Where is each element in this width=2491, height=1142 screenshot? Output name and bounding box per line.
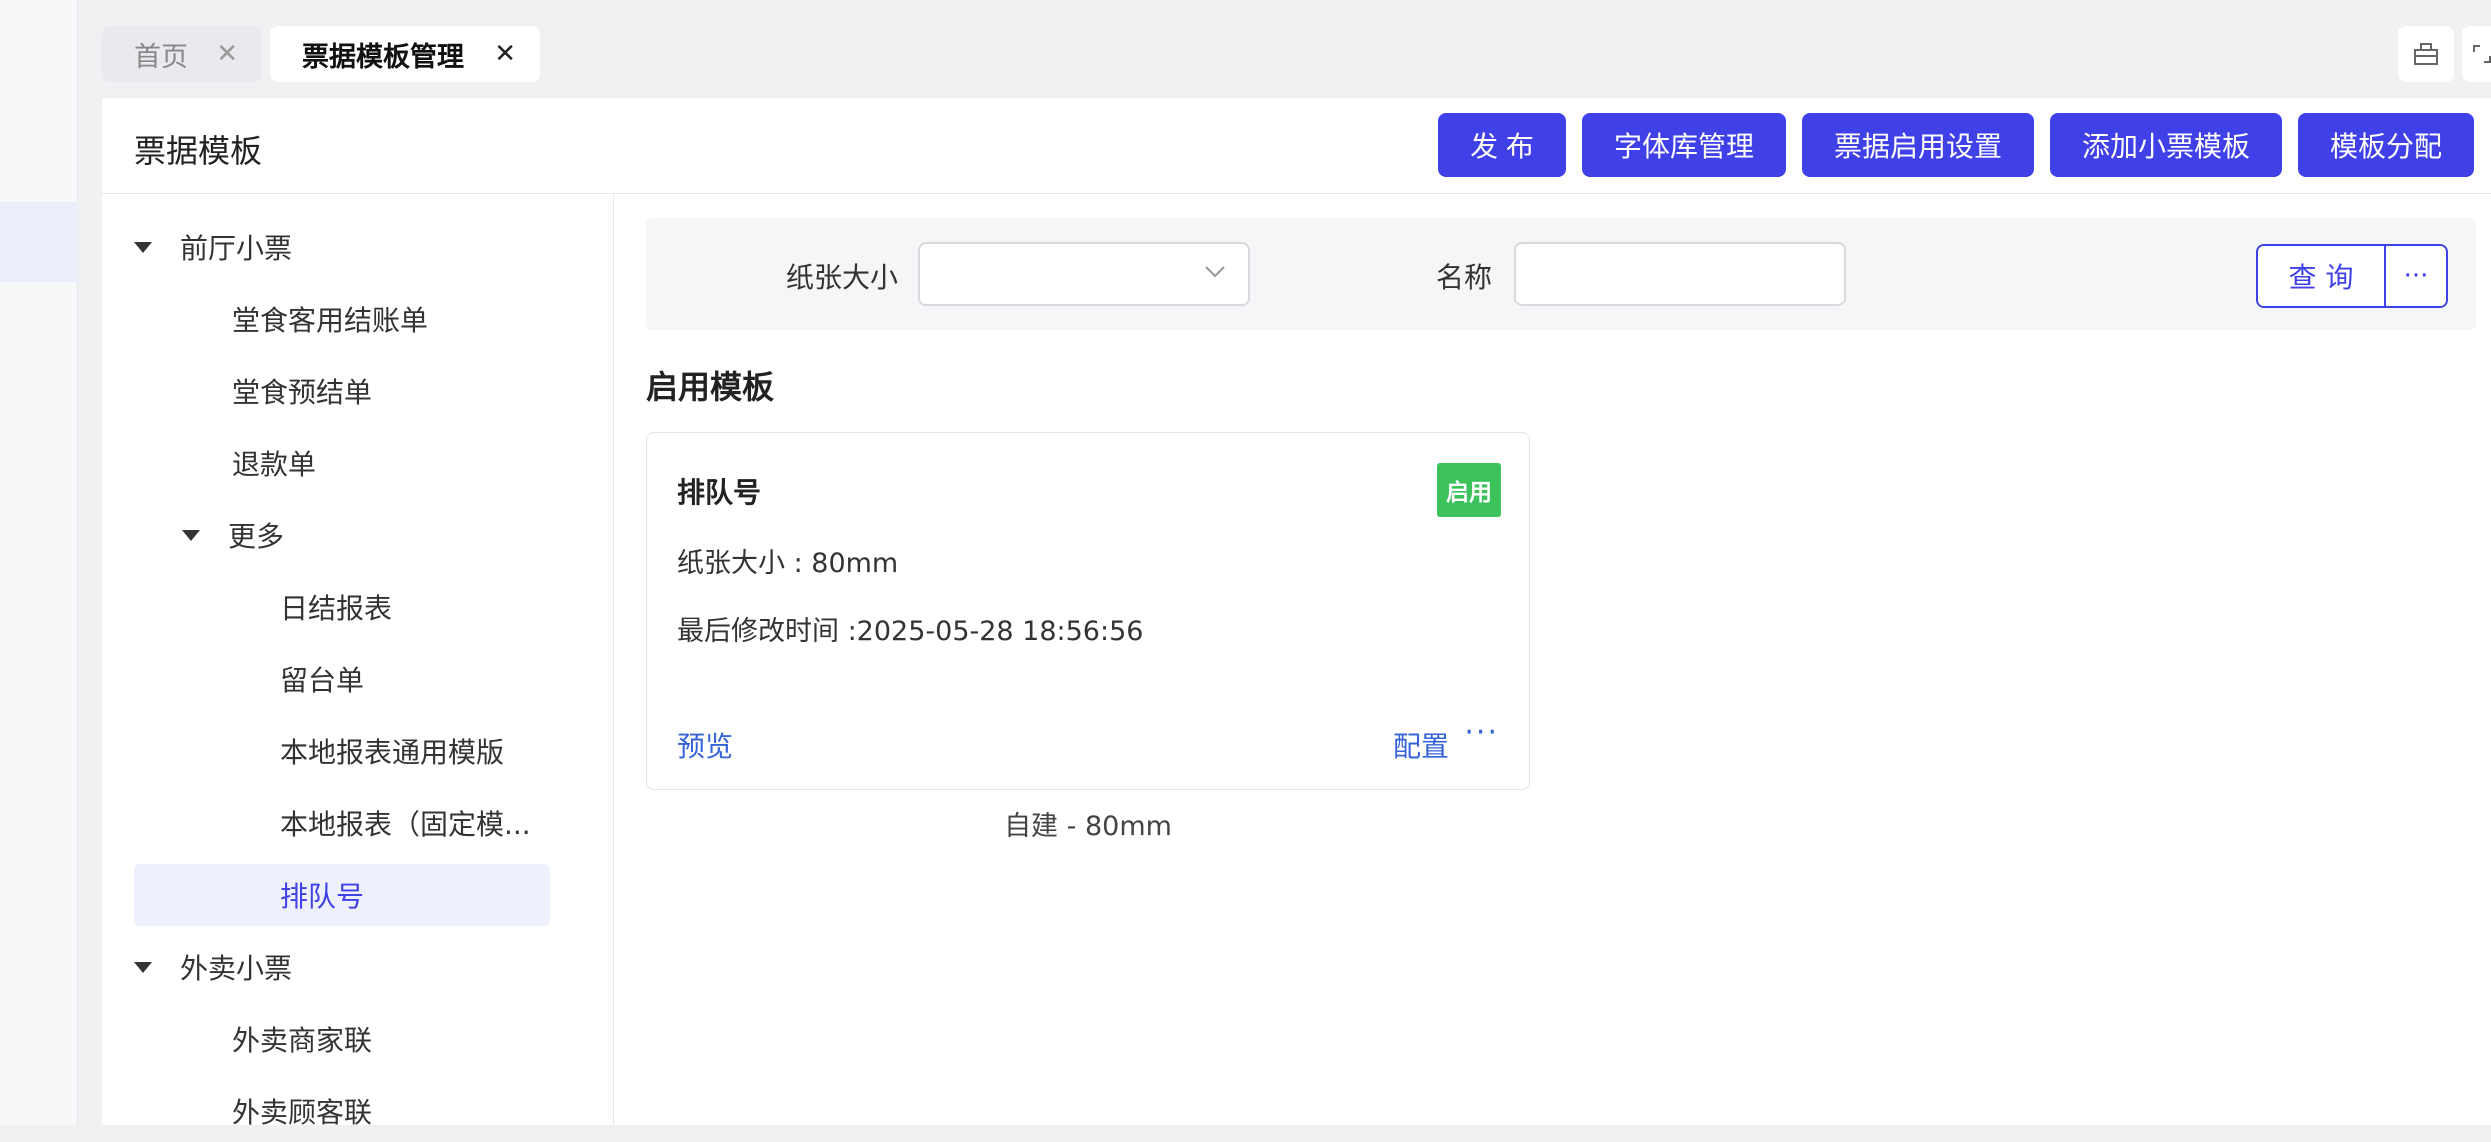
tree-node-takeout[interactable]: 外卖小票 bbox=[134, 936, 550, 998]
name-input[interactable] bbox=[1514, 242, 1846, 306]
preview-link[interactable]: 预览 bbox=[677, 725, 733, 765]
template-card[interactable]: 排队号 启用 纸张大小 : 80mm 最后修改时间 :2025-05-28 18… bbox=[646, 432, 1530, 790]
name-label: 名称 bbox=[1436, 261, 1493, 294]
filter-bar: 纸张大小 名称 查 询 ··· bbox=[646, 218, 2476, 330]
tree-item-label: 日结报表 bbox=[280, 592, 393, 625]
tree-item-dine-pre[interactable]: 堂食预结单 bbox=[134, 360, 550, 422]
tree-item-queue[interactable]: 排队号 bbox=[134, 864, 550, 926]
tree-node-label: 前厅小票 bbox=[180, 232, 293, 265]
tree-item-takeout-merchant[interactable]: 外卖商家联 bbox=[134, 1008, 550, 1070]
tree-node-front-hall[interactable]: 前厅小票 bbox=[134, 216, 550, 278]
tree-item-label: 本地报表通用模版 bbox=[280, 736, 505, 769]
tree-item-local-fixed[interactable]: 本地报表（固定模... bbox=[134, 792, 550, 854]
tree-item-label: 堂食预结单 bbox=[232, 376, 373, 409]
tab-home-label: 首页 bbox=[134, 41, 188, 73]
tree-item-label: 退款单 bbox=[232, 448, 317, 481]
query-button-group: 查 询 ··· bbox=[2256, 244, 2448, 308]
config-link[interactable]: 配置 bbox=[1393, 725, 1449, 765]
tree-item-daily-report[interactable]: 日结报表 bbox=[134, 576, 550, 638]
close-icon[interactable]: ✕ bbox=[494, 39, 516, 69]
caret-down-icon[interactable] bbox=[134, 241, 152, 253]
card-paper-size: 纸张大小 : 80mm bbox=[677, 548, 899, 579]
query-button[interactable]: 查 询 bbox=[2258, 246, 2384, 306]
font-library-button[interactable]: 字体库管理 bbox=[1582, 113, 1786, 177]
add-template-button[interactable]: 添加小票模板 bbox=[2050, 113, 2282, 177]
tab-ticket-template[interactable]: 票据模板管理 ✕ bbox=[270, 26, 540, 82]
page-title: 票据模板 bbox=[134, 132, 263, 170]
section-title: 启用模板 bbox=[646, 368, 775, 406]
chevron-down-icon bbox=[1204, 256, 1226, 286]
close-icon[interactable]: ✕ bbox=[216, 39, 238, 69]
main-panel: 票据模板 发 布 字体库管理 票据启用设置 添加小票模板 模板分配 前厅小票 堂… bbox=[102, 98, 2491, 1129]
paper-size-label: 纸张大小 bbox=[786, 261, 899, 294]
publish-button[interactable]: 发 布 bbox=[1438, 113, 1566, 177]
tree-node-label: 外卖小票 bbox=[180, 952, 293, 985]
card-modified-time: 最后修改时间 :2025-05-28 18:56:56 bbox=[677, 616, 1144, 647]
tree-node-more[interactable]: 更多 bbox=[134, 504, 550, 566]
expand-icon[interactable] bbox=[2462, 26, 2491, 82]
tree-item-dine-checkout[interactable]: 堂食客用结账单 bbox=[134, 288, 550, 350]
tab-bar: 首页 ✕ 票据模板管理 ✕ bbox=[78, 10, 2491, 90]
enable-settings-button[interactable]: 票据启用设置 bbox=[1802, 113, 2034, 177]
window-icon[interactable] bbox=[2398, 26, 2454, 82]
tree-item-store-slip[interactable]: 留台单 bbox=[134, 648, 550, 710]
content-area: 纸张大小 名称 查 询 ··· 启用模板 排队号 启用 纸张大小 : 80mm … bbox=[614, 194, 2491, 1125]
caret-down-icon[interactable] bbox=[182, 529, 200, 541]
tab-ticket-template-label: 票据模板管理 bbox=[302, 41, 464, 73]
assign-template-button[interactable]: 模板分配 bbox=[2298, 113, 2474, 177]
more-icon[interactable]: ··· bbox=[1464, 715, 1499, 750]
tree-item-label: 本地报表（固定模... bbox=[280, 808, 531, 841]
tree-item-refund[interactable]: 退款单 bbox=[134, 432, 550, 494]
tree-item-takeout-customer[interactable]: 外卖顾客联 bbox=[134, 1080, 550, 1142]
card-caption: 自建 - 80mm bbox=[1004, 811, 1172, 842]
tree-item-label: 堂食客用结账单 bbox=[232, 304, 429, 337]
panel-header: 票据模板 发 布 字体库管理 票据启用设置 添加小票模板 模板分配 bbox=[102, 98, 2491, 194]
tree-item-label: 外卖商家联 bbox=[232, 1024, 373, 1057]
tree-node-label: 更多 bbox=[228, 520, 285, 553]
status-badge: 启用 bbox=[1437, 463, 1501, 517]
more-filters-button[interactable]: ··· bbox=[2384, 246, 2446, 306]
app-sidebar-active-item[interactable] bbox=[0, 202, 78, 282]
paper-size-select[interactable] bbox=[918, 242, 1250, 306]
caret-down-icon[interactable] bbox=[134, 961, 152, 973]
tree-item-label: 排队号 bbox=[280, 880, 365, 913]
app-sidebar bbox=[0, 0, 78, 1125]
template-tree: 前厅小票 堂食客用结账单 堂食预结单 退款单 更多 日结报表 留台单 本地报表通… bbox=[102, 194, 614, 1129]
tab-home[interactable]: 首页 ✕ bbox=[102, 26, 262, 82]
card-title: 排队号 bbox=[677, 476, 762, 509]
tree-item-local-generic[interactable]: 本地报表通用模版 bbox=[134, 720, 550, 782]
tree-item-label: 外卖顾客联 bbox=[232, 1096, 373, 1129]
tree-item-label: 留台单 bbox=[280, 664, 365, 697]
